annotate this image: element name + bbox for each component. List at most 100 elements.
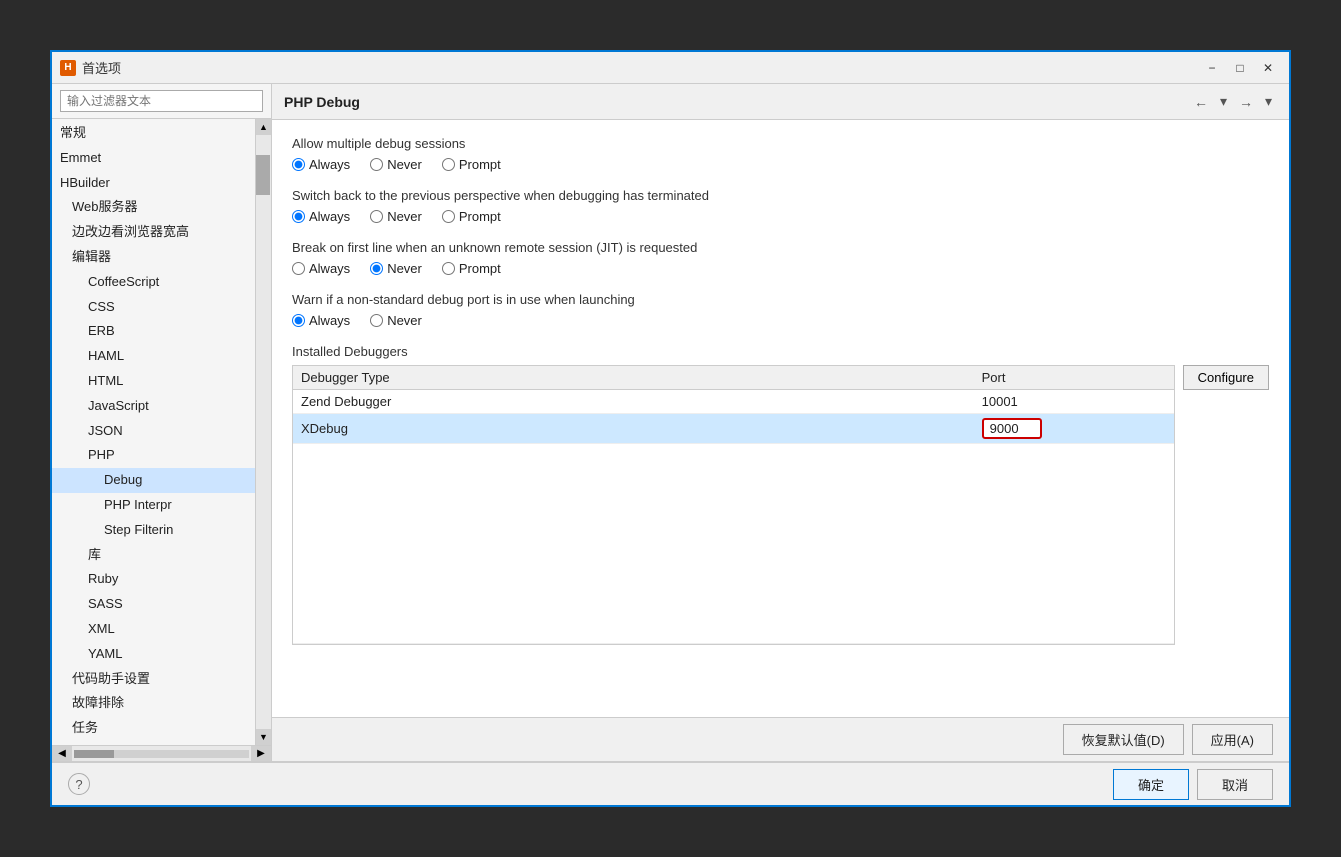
panel-title: PHP Debug — [284, 94, 360, 110]
back-button[interactable]: ← — [1189, 91, 1213, 113]
sidebar-item-库[interactable]: 库 — [52, 543, 255, 568]
sidebar: 常规 Emmet HBuilder Web服务器 边改边看浏览器宽高 编辑器 C… — [52, 84, 272, 761]
preferences-window: H 首选项 − □ ✕ 常规 Emmet HBuilder Web服务器 — [50, 50, 1291, 807]
sidebar-item-web服务器[interactable]: Web服务器 — [52, 195, 255, 220]
tree-inner: 常规 Emmet HBuilder Web服务器 边改边看浏览器宽高 编辑器 C… — [52, 119, 255, 745]
debugger-empty-row — [293, 444, 1174, 644]
sidebar-item-PHPInterpr[interactable]: PHP Interpr — [52, 493, 255, 518]
debuggers-title: Installed Debuggers — [292, 344, 1269, 359]
sidebar-scrollbar: ▲ ▼ — [255, 119, 271, 745]
panel-header: PHP Debug ← ▾ → ▾ — [272, 84, 1289, 120]
sidebar-item-常规[interactable]: 常规 — [52, 121, 255, 146]
scroll-up-btn[interactable]: ▲ — [256, 119, 271, 135]
h-scroll-track — [74, 750, 249, 758]
sidebar-item-Debug[interactable]: Debug — [52, 468, 255, 493]
title-bar-left: H 首选项 — [60, 58, 121, 77]
radio-always-1[interactable]: Always — [292, 157, 350, 172]
radio-never-1[interactable]: Never — [370, 157, 422, 172]
configure-button[interactable]: Configure — [1183, 365, 1269, 390]
scroll-down-btn[interactable]: ▼ — [256, 729, 271, 745]
sidebar-item-HTML[interactable]: HTML — [52, 369, 255, 394]
sidebar-item-边改边看[interactable]: 边改边看浏览器宽高 — [52, 220, 255, 245]
debuggers-table-wrap: Debugger Type Port Zend Debugger 10001 — [292, 365, 1175, 645]
setting-break-label: Break on first line when an unknown remo… — [292, 240, 1269, 255]
radio-never-3[interactable]: Never — [370, 261, 422, 276]
radio-group-break: Always Never Prompt — [292, 261, 1269, 276]
xdebug-type: XDebug — [293, 414, 974, 444]
sidebar-item-PHP[interactable]: PHP — [52, 443, 255, 468]
debugger-row-xdebug[interactable]: XDebug 9000 — [293, 414, 1174, 444]
sidebar-item-编辑器[interactable]: 编辑器 — [52, 245, 255, 270]
scroll-right-btn[interactable]: ▶ — [251, 746, 271, 762]
radio-group-warn: Always Never — [292, 313, 1269, 328]
close-button[interactable]: ✕ — [1255, 58, 1281, 78]
sidebar-item-CoffeeScript[interactable]: CoffeeScript — [52, 270, 255, 295]
debuggers-container: Debugger Type Port Zend Debugger 10001 — [292, 365, 1269, 645]
sidebar-item-SASS[interactable]: SASS — [52, 592, 255, 617]
sidebar-item-HAML[interactable]: HAML — [52, 344, 255, 369]
sidebar-item-Ruby[interactable]: Ruby — [52, 567, 255, 592]
scroll-track — [256, 135, 271, 729]
setting-break-on-first: Break on first line when an unknown remo… — [292, 240, 1269, 276]
right-panel: PHP Debug ← ▾ → ▾ Allow multiple debug s… — [272, 84, 1289, 761]
debuggers-section: Installed Debuggers Debugger Type Port — [292, 344, 1269, 645]
cancel-button[interactable]: 取消 — [1197, 769, 1273, 800]
panel-nav: ← ▾ → ▾ — [1189, 90, 1277, 113]
help-button[interactable]: ? — [68, 773, 90, 795]
radio-prompt-1[interactable]: Prompt — [442, 157, 501, 172]
sidebar-item-JavaScript[interactable]: JavaScript — [52, 394, 255, 419]
filter-wrap — [52, 84, 271, 119]
title-bar: H 首选项 − □ ✕ — [52, 52, 1289, 84]
radio-group-allow-multiple: Always Never Prompt — [292, 157, 1269, 172]
radio-never-4[interactable]: Never — [370, 313, 422, 328]
setting-switch-back: Switch back to the previous perspective … — [292, 188, 1269, 224]
zend-type: Zend Debugger — [293, 390, 974, 414]
configure-btn-wrap: Configure — [1175, 365, 1269, 645]
xdebug-port-value: 9000 — [982, 418, 1042, 439]
setting-warn-nonstandard: Warn if a non-standard debug port is in … — [292, 292, 1269, 328]
ok-button[interactable]: 确定 — [1113, 769, 1189, 800]
radio-group-switch-back: Always Never Prompt — [292, 209, 1269, 224]
sidebar-item-故障排除[interactable]: 故障排除 — [52, 691, 255, 716]
debugger-row-zend[interactable]: Zend Debugger 10001 — [293, 390, 1174, 414]
back-dropdown-button[interactable]: ▾ — [1215, 90, 1232, 113]
forward-button[interactable]: → — [1234, 91, 1258, 113]
filter-input[interactable] — [60, 90, 263, 112]
app-icon: H — [60, 60, 76, 76]
footer: ? 确定 取消 — [52, 761, 1289, 805]
sidebar-item-XML[interactable]: XML — [52, 617, 255, 642]
scroll-thumb — [256, 155, 270, 195]
sidebar-item-Emmet[interactable]: Emmet — [52, 146, 255, 171]
debuggers-table: Debugger Type Port Zend Debugger 10001 — [293, 366, 1174, 644]
apply-button[interactable]: 应用(A) — [1192, 724, 1273, 755]
setting-switch-back-label: Switch back to the previous perspective … — [292, 188, 1269, 203]
scroll-left-btn[interactable]: ◀ — [52, 746, 72, 762]
forward-dropdown-button[interactable]: ▾ — [1260, 90, 1277, 113]
sidebar-item-任务[interactable]: 任务 — [52, 716, 255, 741]
xdebug-port: 9000 — [974, 414, 1174, 444]
minimize-button[interactable]: − — [1199, 58, 1225, 78]
radio-always-2[interactable]: Always — [292, 209, 350, 224]
radio-never-2[interactable]: Never — [370, 209, 422, 224]
bottom-bar: 恢复默认值(D) 应用(A) — [272, 717, 1289, 761]
footer-buttons: 确定 取消 — [1113, 769, 1273, 800]
sidebar-item-JSON[interactable]: JSON — [52, 419, 255, 444]
maximize-button[interactable]: □ — [1227, 58, 1253, 78]
radio-prompt-3[interactable]: Prompt — [442, 261, 501, 276]
setting-allow-multiple-label: Allow multiple debug sessions — [292, 136, 1269, 151]
setting-warn-label: Warn if a non-standard debug port is in … — [292, 292, 1269, 307]
radio-always-3[interactable]: Always — [292, 261, 350, 276]
sidebar-tree: 常规 Emmet HBuilder Web服务器 边改边看浏览器宽高 编辑器 C… — [52, 119, 255, 745]
window-title: 首选项 — [82, 58, 121, 77]
sidebar-item-StepFilterin[interactable]: Step Filterin — [52, 518, 255, 543]
sidebar-item-CSS[interactable]: CSS — [52, 295, 255, 320]
sidebar-item-HBuilder[interactable]: HBuilder — [52, 171, 255, 196]
sidebar-item-代码助手[interactable]: 代码助手设置 — [52, 667, 255, 692]
restore-defaults-button[interactable]: 恢复默认值(D) — [1063, 724, 1184, 755]
sidebar-item-YAML[interactable]: YAML — [52, 642, 255, 667]
radio-always-4[interactable]: Always — [292, 313, 350, 328]
sidebar-item-ERB[interactable]: ERB — [52, 319, 255, 344]
main-content: 常规 Emmet HBuilder Web服务器 边改边看浏览器宽高 编辑器 C… — [52, 84, 1289, 761]
window-controls: − □ ✕ — [1199, 58, 1281, 78]
radio-prompt-2[interactable]: Prompt — [442, 209, 501, 224]
